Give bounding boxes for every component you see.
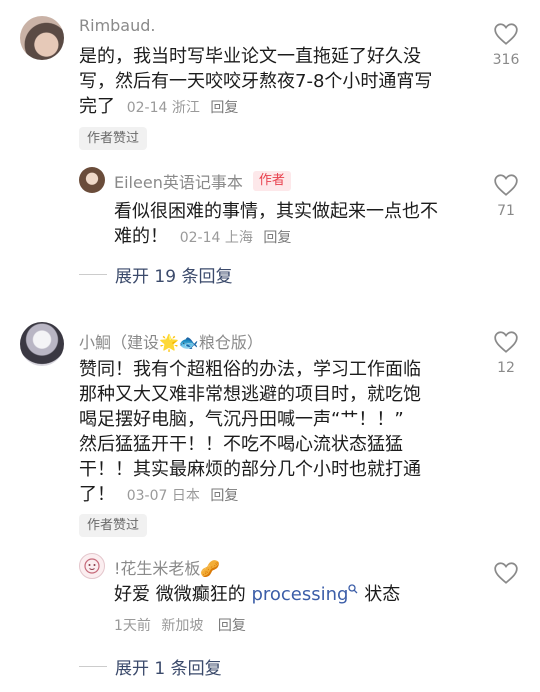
avatar[interactable]: [20, 16, 64, 60]
avatar-face-icon: [84, 558, 100, 574]
avatar[interactable]: [20, 322, 64, 366]
author-liked-badge: 作者赞过: [79, 514, 148, 537]
reply-text-last-line: 难的！ 02-14 上海 回复: [114, 224, 484, 251]
comment-author-name[interactable]: Rimbaud.: [79, 16, 156, 35]
comment-text-last-line: 完了 02-14 浙江 回复: [79, 94, 489, 121]
reply-button[interactable]: 回复: [263, 230, 291, 246]
reply-text: 看似很困难的事情，其实做起来一点也不 难的！ 02-14 上海 回复: [114, 199, 484, 251]
reply-author-name[interactable]: Eileen英语记事本: [114, 169, 243, 193]
author-tag: 作者: [252, 171, 291, 191]
like-button[interactable]: [486, 561, 526, 589]
like-count: 71: [497, 203, 515, 219]
comment-text-line: 赞同！我有个超粗俗的办法，学习工作面临: [79, 359, 421, 380]
expand-replies-button[interactable]: 展开 1 条回复: [79, 654, 222, 679]
comment-text-line: 那种又大又难非常想逃避的项目时，就吃饱: [79, 384, 421, 405]
reply-button[interactable]: 回复: [210, 488, 238, 504]
comment-text-line: 完了: [79, 96, 115, 117]
like-button[interactable]: 316: [486, 22, 526, 68]
heart-icon: [494, 331, 518, 353]
comment-location: 日本: [171, 488, 200, 504]
heart-icon: [494, 174, 518, 196]
reply-date: 02-14: [179, 230, 221, 246]
comment-text: 赞同！我有个超粗俗的办法，学习工作面临 那种又大又难非常想逃避的项目时，就吃饱 …: [79, 357, 489, 509]
comment-text-line: 写，然后有一天咬咬牙熬夜7-8个小时通宵写: [79, 71, 433, 92]
reply-text-line: 看似很困难的事情，其实做起来一点也不: [114, 201, 438, 222]
reply-author-row: Eileen英语记事本 作者: [114, 169, 291, 193]
search-icon[interactable]: [348, 584, 358, 594]
expand-replies-label: 展开 19 条回复: [115, 267, 233, 287]
reply-date: 1天前: [114, 618, 151, 634]
reply-location: 上海: [224, 230, 253, 246]
heart-icon: [494, 23, 518, 45]
comment-text-last-line: 了！ 03-07 日本 回复: [79, 482, 489, 509]
expand-replies-button[interactable]: 展开 19 条回复: [79, 262, 232, 287]
search-link[interactable]: processing: [251, 584, 348, 605]
comment-date: 03-07: [126, 488, 168, 504]
comment-author-name[interactable]: 小鮰（建设🌟🐟粮仓版）: [79, 329, 263, 353]
comment-text-line: 喝足摆好电脑，气沉丹田喊一声“艹！！”: [79, 409, 404, 430]
like-count: 12: [497, 360, 515, 376]
comment-text-line: 干！！其实最麻烦的部分几个小时也就打通: [79, 459, 421, 480]
reply-text-line: 难的！: [114, 226, 168, 247]
reply-button[interactable]: 回复: [210, 100, 238, 116]
divider-line: [79, 666, 107, 667]
like-button[interactable]: 12: [486, 330, 526, 376]
comment-text-line: 了！: [79, 484, 115, 505]
reply-meta: 1天前 新加坡 回复: [114, 615, 246, 635]
reply-text: 好爱 微微癫狂的 processing 状态: [114, 582, 484, 607]
avatar[interactable]: [79, 553, 105, 579]
comment-text: 是的，我当时写毕业论文一直拖延了好久没 写，然后有一天咬咬牙熬夜7-8个小时通宵…: [79, 44, 489, 121]
comment-text-line: 然后猛猛开干！！不吃不喝心流状态猛猛: [79, 434, 403, 455]
reply-location: 新加坡: [161, 618, 204, 634]
like-count: 316: [492, 52, 520, 68]
comment-text-line: 是的，我当时写毕业论文一直拖延了好久没: [79, 46, 421, 67]
author-liked-badge: 作者赞过: [79, 127, 148, 150]
reply-text-prefix: 好爱 微微癫狂的: [114, 584, 252, 605]
heart-icon: [494, 562, 518, 584]
comment-location: 浙江: [171, 100, 200, 116]
like-button[interactable]: 71: [486, 173, 526, 219]
comment-date: 02-14: [126, 100, 168, 116]
reply-author-name[interactable]: !花生米老板🥜: [114, 555, 220, 579]
reply-text-suffix: 状态: [358, 584, 401, 605]
reply-button[interactable]: 回复: [218, 618, 246, 634]
avatar[interactable]: [79, 167, 105, 193]
expand-replies-label: 展开 1 条回复: [115, 659, 222, 679]
divider-line: [79, 274, 107, 275]
